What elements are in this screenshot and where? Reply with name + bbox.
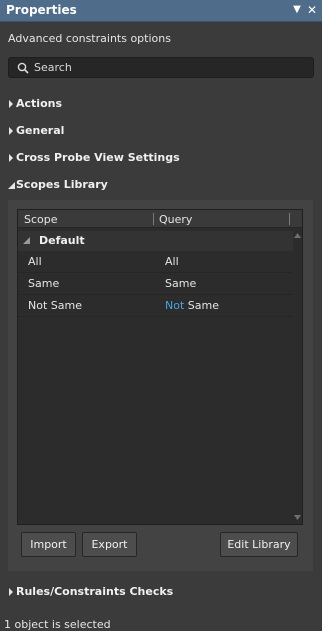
edit-library-button[interactable]: Edit Library (220, 532, 298, 557)
section-label: Scopes Library (16, 178, 108, 191)
section-cross-probe[interactable]: Cross Probe View Settings (0, 150, 322, 168)
column-separator[interactable] (153, 213, 154, 225)
panel-titlebar: Properties ▼ ✕ (0, 0, 322, 22)
section-label: General (16, 124, 65, 137)
table-header: Scope Query (18, 210, 302, 228)
collapse-caret-icon (8, 182, 15, 189)
query-text: Same (165, 277, 197, 290)
status-text: 1 object is selected (4, 618, 111, 631)
table-row[interactable]: All All (18, 251, 293, 273)
scope-cell: Not Same (28, 299, 82, 312)
expand-caret-icon (9, 154, 13, 162)
expand-caret-icon (9, 588, 13, 596)
collapse-caret-icon[interactable] (23, 237, 30, 244)
expand-caret-icon (9, 100, 13, 108)
query-text: Same (184, 299, 219, 312)
column-header-query[interactable]: Query (159, 213, 192, 226)
query-keyword: Not (165, 299, 185, 312)
column-header-scope[interactable]: Scope (24, 213, 58, 226)
panel-title: Properties (6, 3, 77, 17)
dropdown-arrow-icon[interactable]: ▼ (290, 2, 304, 18)
section-rules-checks[interactable]: Rules/Constraints Checks (0, 584, 322, 602)
search-box[interactable] (8, 57, 314, 78)
section-general[interactable]: General (0, 123, 322, 141)
scopes-table: Scope Query Default All All Same Same No… (17, 209, 303, 525)
query-cell: Same (165, 277, 196, 290)
table-row[interactable]: Same Same (18, 273, 293, 295)
column-separator[interactable] (289, 213, 290, 225)
query-cell: All (165, 255, 179, 268)
search-input[interactable] (34, 60, 304, 75)
search-icon (17, 62, 29, 74)
section-actions[interactable]: Actions (0, 96, 322, 114)
section-label: Actions (16, 97, 62, 110)
query-cell: Not Same (165, 299, 219, 312)
panel-subtitle: Advanced constraints options (8, 32, 171, 45)
export-button[interactable]: Export (82, 532, 137, 557)
scope-cell: All (28, 255, 42, 268)
section-label: Cross Probe View Settings (16, 151, 180, 164)
scroll-down-icon[interactable] (294, 514, 301, 521)
vertical-scrollbar[interactable] (293, 229, 302, 524)
scroll-up-icon[interactable] (294, 232, 301, 239)
group-row-default[interactable]: Default (18, 231, 293, 251)
group-label: Default (39, 234, 85, 247)
section-label: Rules/Constraints Checks (16, 585, 174, 598)
expand-caret-icon (9, 127, 13, 135)
scopes-library-panel: Scope Query Default All All Same Same No… (8, 200, 313, 571)
close-icon[interactable]: ✕ (305, 2, 319, 18)
scope-cell: Same (28, 277, 60, 290)
section-scopes-library[interactable]: Scopes Library (0, 177, 322, 195)
import-button[interactable]: Import (21, 532, 76, 557)
query-text: All (165, 255, 179, 268)
table-row[interactable]: Not Same Not Same (18, 295, 293, 317)
